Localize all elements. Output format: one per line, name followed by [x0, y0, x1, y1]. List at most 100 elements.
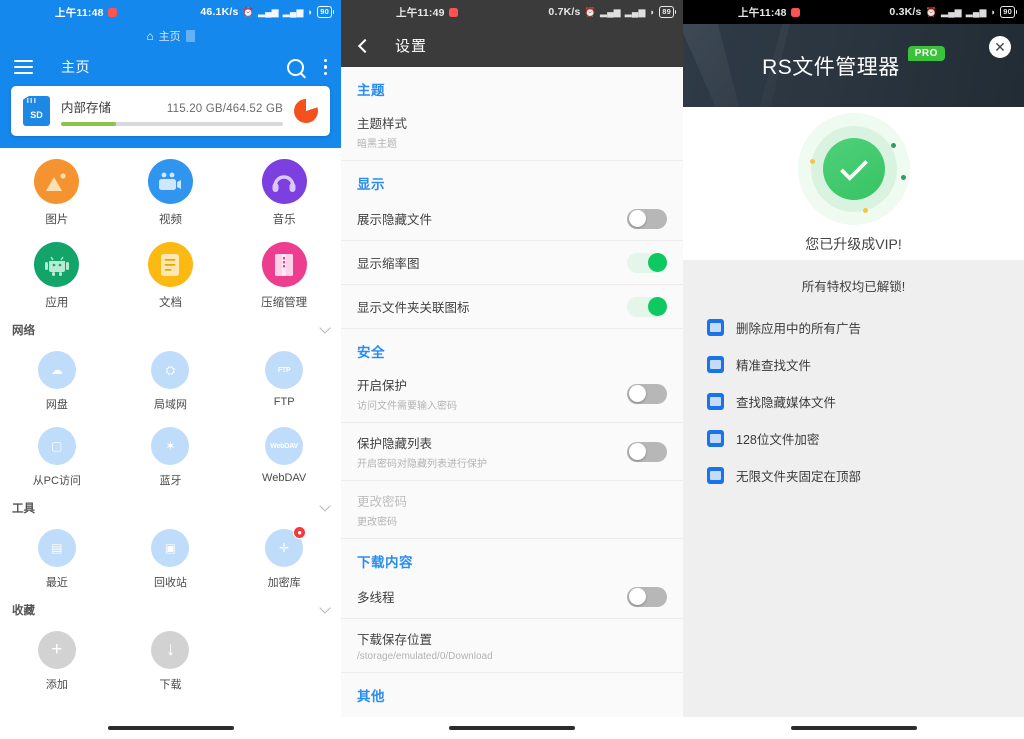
settings-row-text: 开启保护 访问文件需要输入密码	[357, 375, 627, 412]
toggle-switch[interactable]	[627, 441, 667, 462]
wifi-icon: ◗	[990, 6, 997, 17]
check-circle-icon	[797, 113, 910, 225]
tool-tile-bluetooth[interactable]: ✶ 蓝牙	[114, 416, 228, 492]
pro-badge: PRO	[907, 46, 945, 61]
tool-tile-lan[interactable]: ⛭ 局域网	[114, 340, 228, 416]
back-arrow-icon[interactable]	[357, 38, 373, 53]
cloud-drive-icon-glyph: ☁	[50, 363, 63, 377]
tool-tile-pc-access[interactable]: ▢ 从PC访问	[0, 416, 114, 492]
settings-row[interactable]: 开启保护 访问文件需要输入密码	[341, 365, 683, 423]
tool-label: 回收站	[153, 577, 187, 589]
wifi-icon: ◗	[649, 6, 656, 17]
ftp-icon-glyph: FTP	[277, 366, 291, 374]
video-icon	[147, 159, 193, 204]
toggle-switch[interactable]	[627, 383, 667, 404]
settings-screen: 上午11:49 0.7K/s ⏰ ▂▄▆ ▂▄▆ ◗ 89 设置 主题 主题样式暗…	[341, 0, 683, 739]
storage-card[interactable]: SD 内部存储 115.20 GB/464.52 GB	[11, 86, 330, 136]
ftp-icon: FTP	[265, 351, 304, 389]
category-label: 音乐	[272, 214, 296, 226]
record-dot-icon	[790, 7, 800, 17]
settings-row-text: 下载保存位置/storage/emulated/0/Download	[357, 629, 667, 662]
toggle-switch[interactable]	[627, 296, 667, 317]
chevron-down-icon[interactable]	[319, 602, 331, 614]
breadcrumb-doc-icon	[185, 30, 195, 42]
battery-icon: 90	[1000, 6, 1017, 18]
toggle-switch[interactable]	[627, 208, 667, 229]
tool-label: 从PC访问	[32, 475, 81, 487]
settings-row[interactable]: 主题样式 暗黑主题	[341, 103, 683, 161]
tool-tile-recycle-bin[interactable]: ▣ 回收站	[114, 518, 228, 594]
settings-row-sublabel: /storage/emulated/0/Download	[357, 651, 493, 662]
status-time: 上午11:49	[396, 6, 445, 19]
recycle-bin-icon-glyph: ▣	[164, 541, 177, 555]
tool-tile-cloud-drive[interactable]: ☁ 网盘	[0, 340, 114, 416]
settings-group-title: 其他	[357, 689, 385, 704]
sd-card-icon: SD	[23, 96, 50, 126]
settings-row-label: 显示缩率图	[357, 257, 420, 271]
privileges-list: 删除应用中的所有广告 精准查找文件 查找隐藏媒体文件 128位文件加密 无限文件夹固定在…	[683, 309, 1024, 494]
alarm-icon: ⏰	[242, 6, 254, 17]
home-sections: 网络 ☁ 网盘 ⛭ 局域网 FTP FTP ▢ 从PC访问 ✶ 蓝牙 WebDAV WebDAV 工具 ▤ 最…	[0, 314, 341, 696]
category-tile-image[interactable]: 图片	[0, 148, 114, 231]
section-title: 工具	[12, 503, 35, 515]
tool-label: 下载	[159, 679, 182, 691]
document-icon	[147, 242, 193, 287]
settings-group-title: 下载内容	[357, 555, 413, 570]
settings-list[interactable]: 主题 主题样式 暗黑主题 显示 展示隐藏文件 显示缩率图 显示文件夹关联图标 安全 开启保护 访问…	[341, 67, 683, 739]
settings-row-label: 主题样式	[357, 117, 408, 131]
category-tile-video[interactable]: 视频	[114, 148, 228, 231]
settings-row-text: 主题样式 暗黑主题	[357, 113, 667, 150]
section-header-1[interactable]: 工具	[0, 492, 341, 518]
page-title: 主页	[61, 59, 90, 75]
settings-row[interactable]: 展示隐藏文件	[341, 197, 683, 241]
status-time: 上午11:48	[738, 6, 787, 19]
chevron-down-icon[interactable]	[319, 322, 331, 334]
tool-tile-vault[interactable]: ✛ ● 加密库	[227, 518, 341, 594]
category-tile-archive[interactable]: 压缩管理	[227, 231, 341, 314]
toggle-switch[interactable]	[627, 586, 667, 607]
search-icon[interactable]	[286, 58, 304, 76]
settings-row[interactable]: 多线程	[341, 575, 683, 619]
privilege-label: 精准查找文件	[736, 359, 812, 373]
tool-tile-download[interactable]: ↓ 下载	[114, 620, 228, 696]
close-icon[interactable]: ✕	[989, 36, 1011, 58]
category-tile-document[interactable]: 文档	[114, 231, 228, 314]
hamburger-menu-icon[interactable]	[14, 60, 33, 74]
signal-icon: ▂▄▆	[257, 6, 279, 17]
tool-label: 添加	[45, 679, 68, 691]
tool-tile-recent[interactable]: ▤ 最近	[0, 518, 114, 594]
category-label: 应用	[45, 297, 69, 309]
section-header-0[interactable]: 网络	[0, 314, 341, 340]
vip-privileges-block: 所有特权均已解锁! 删除应用中的所有广告 精准查找文件 查找隐藏媒体文件 128位文件…	[683, 260, 1024, 739]
record-dot-icon	[107, 7, 117, 17]
tool-tile-ftp[interactable]: FTP FTP	[227, 340, 341, 416]
download-icon: ↓	[151, 631, 190, 669]
privileges-title: 所有特权均已解锁!	[801, 280, 906, 294]
chevron-down-icon[interactable]	[319, 500, 331, 512]
add-icon: +	[37, 631, 76, 669]
search-file-icon	[707, 356, 724, 373]
signal-icon-2: ▂▄▆	[624, 6, 646, 17]
tool-tile-add[interactable]: + 添加	[0, 620, 114, 696]
category-label: 视频	[158, 214, 182, 226]
battery-icon: 90	[317, 6, 334, 18]
tool-tile-webdav[interactable]: WebDAV WebDAV	[227, 416, 341, 492]
settings-row[interactable]: 显示缩率图	[341, 241, 683, 285]
toggle-switch[interactable]	[627, 252, 667, 273]
section-header-2[interactable]: 收藏	[0, 594, 341, 620]
category-tile-music[interactable]: 音乐	[227, 148, 341, 231]
settings-row-text: 显示缩率图	[357, 253, 627, 272]
settings-row[interactable]: 下载保存位置/storage/emulated/0/Download	[341, 619, 683, 673]
vault-icon-glyph: ✛	[279, 541, 290, 555]
category-tile-android-app[interactable]: 应用	[0, 231, 114, 314]
settings-row-text: 保护隐藏列表 开启密码对隐藏列表进行保护	[357, 433, 627, 470]
breadcrumb[interactable]: ⌂ 主页	[0, 24, 341, 48]
settings-row[interactable]: 保护隐藏列表 开启密码对隐藏列表进行保护	[341, 423, 683, 481]
settings-row[interactable]: 更改密码 更改密码	[341, 481, 683, 539]
more-vertical-icon[interactable]	[323, 58, 327, 76]
settings-row-label: 显示文件夹关联图标	[357, 301, 470, 315]
settings-row[interactable]: 显示文件夹关联图标	[341, 285, 683, 329]
home-indicator	[683, 717, 1024, 739]
category-label: 文档	[158, 297, 182, 309]
check-circle-fill	[822, 138, 885, 200]
